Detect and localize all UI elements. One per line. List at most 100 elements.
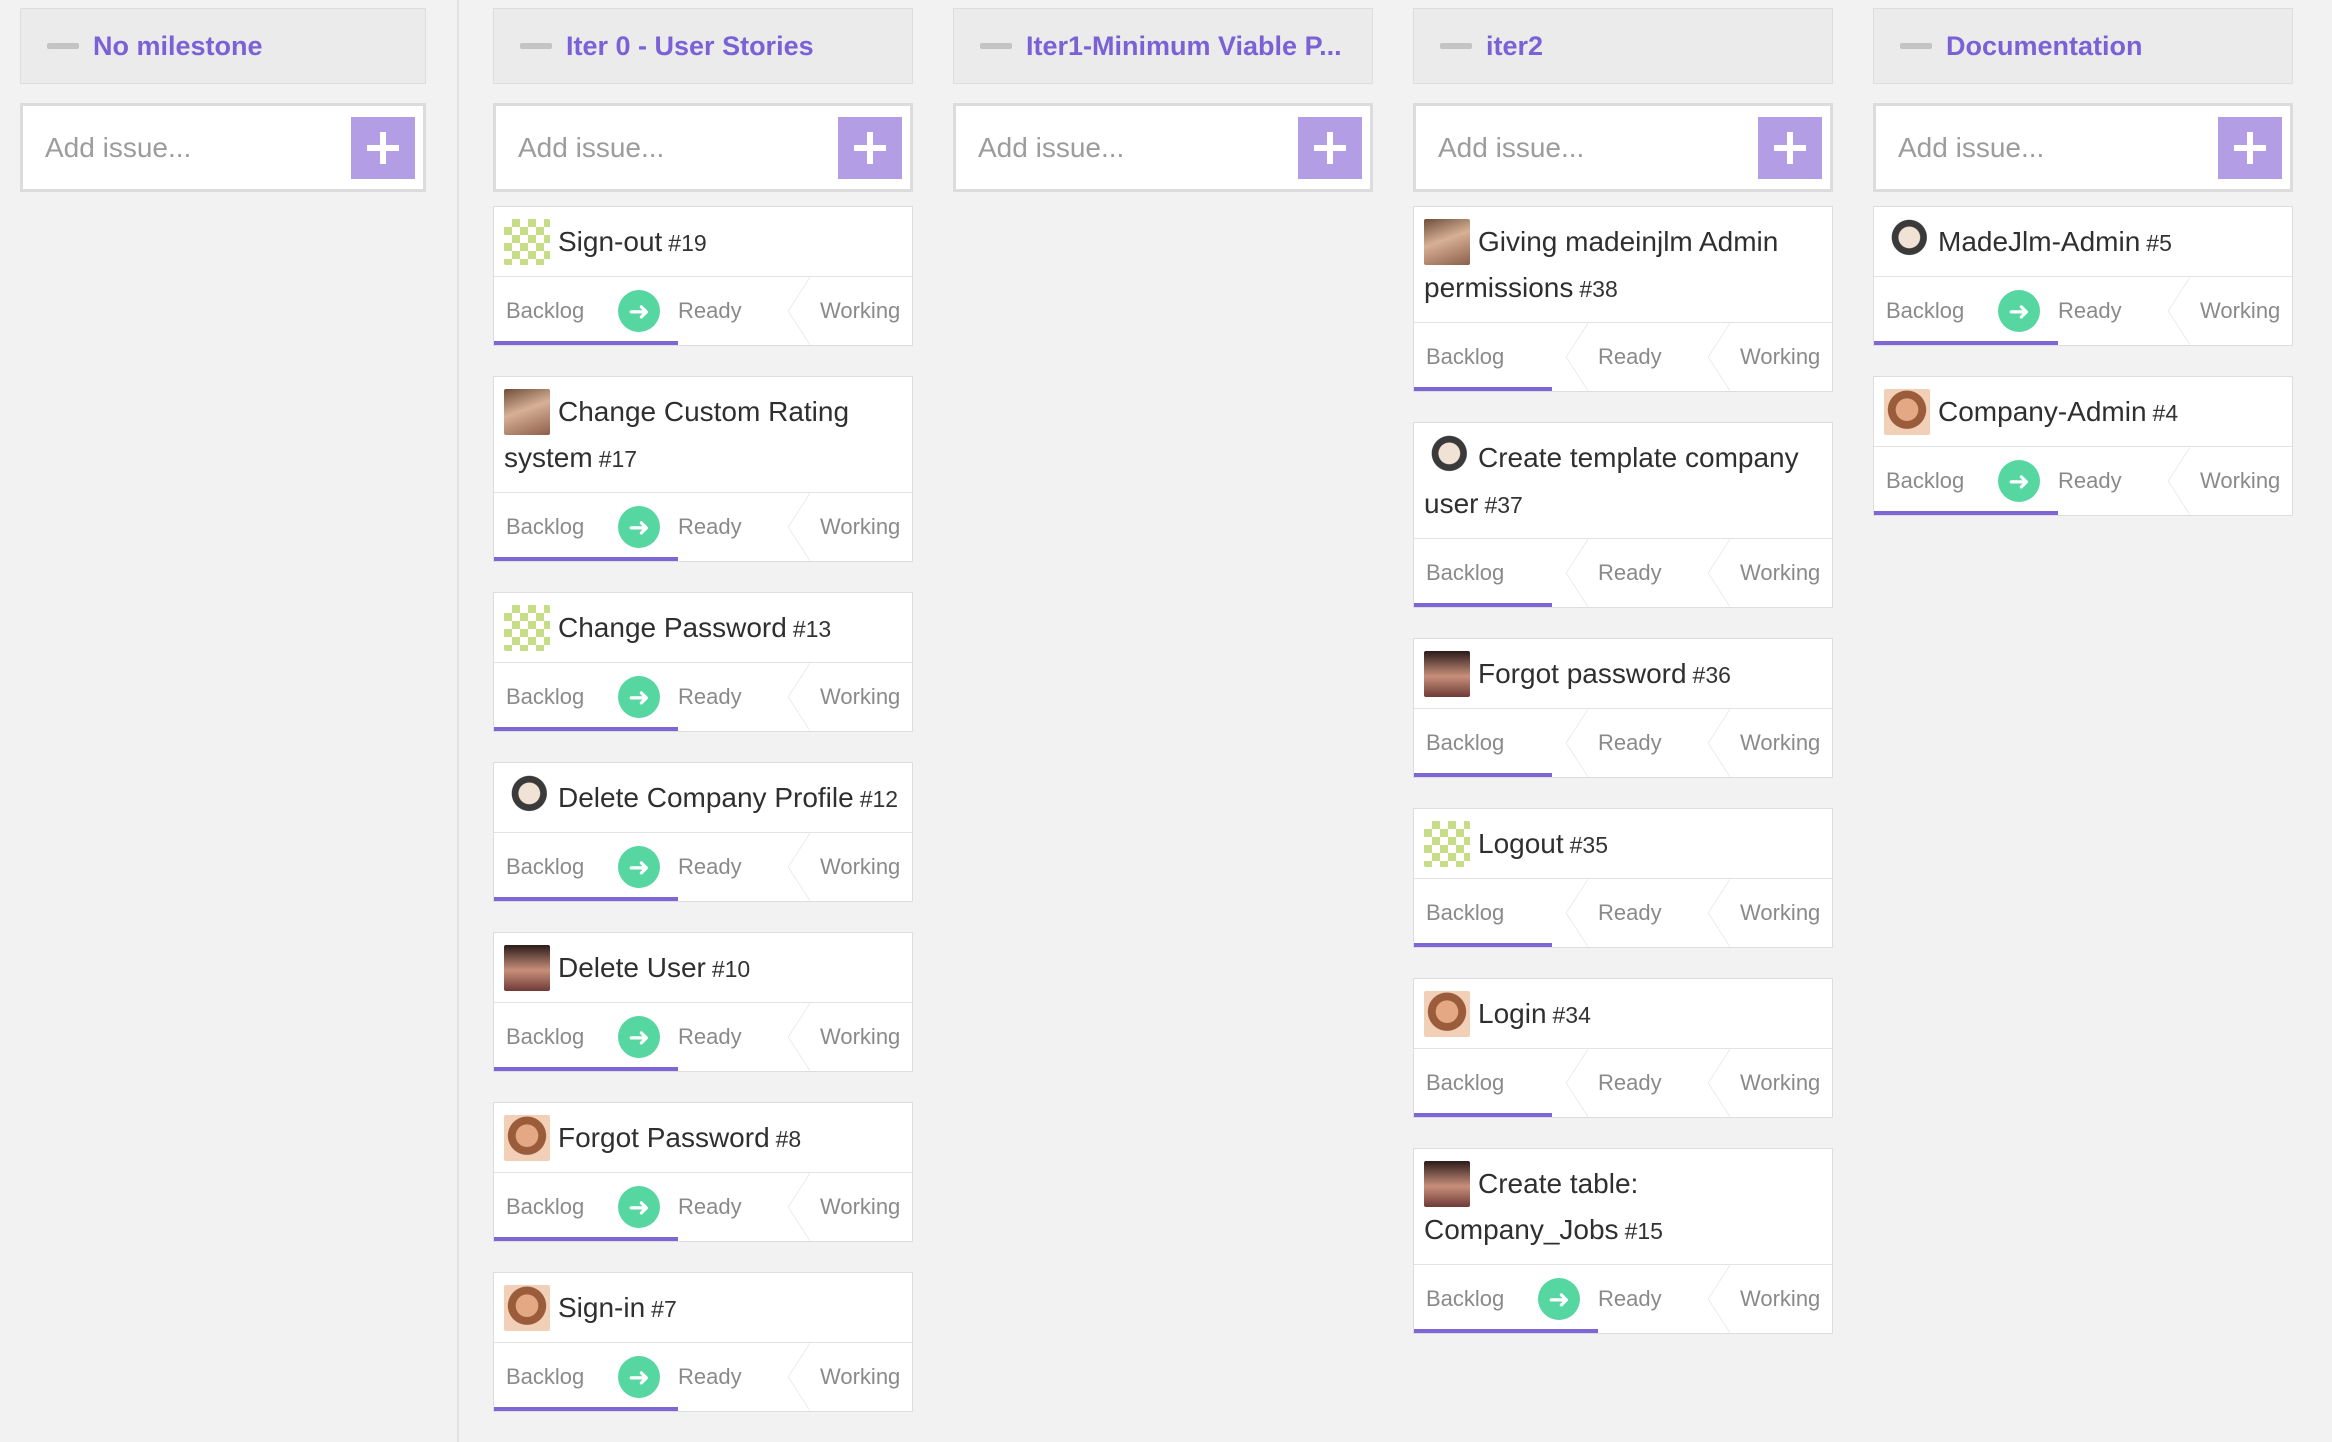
issue-card[interactable]: Giving madeinjlm Admin permissions #38 Bac… xyxy=(1413,206,1833,392)
lane-ready[interactable]: Ready xyxy=(1598,1070,1708,1096)
lane-backlog[interactable]: Backlog xyxy=(1426,730,1566,756)
lane-backlog[interactable]: Backlog xyxy=(506,854,618,880)
arrow-right-circle-icon[interactable]: ➜ xyxy=(618,1356,660,1398)
lane-ready[interactable]: Ready xyxy=(1598,560,1708,586)
lane-backlog[interactable]: Backlog xyxy=(506,1364,618,1390)
collapse-icon[interactable] xyxy=(980,43,1012,49)
arrow-right-circle-icon[interactable]: ➜ xyxy=(618,1186,660,1228)
issue-card[interactable]: Change Password #13 Backlog ➜ Ready Working xyxy=(493,592,913,732)
issue-title-row[interactable]: Create table: Company_Jobs #15 xyxy=(1414,1149,1832,1264)
lane-ready[interactable]: Ready xyxy=(1598,1286,1708,1312)
add-issue-input[interactable] xyxy=(978,131,1268,164)
add-issue-button[interactable] xyxy=(351,116,415,179)
lane-ready[interactable]: Ready xyxy=(2058,298,2168,324)
arrow-right-circle-icon[interactable]: ➜ xyxy=(618,1016,660,1058)
issue-card[interactable]: Company-Admin #4 Backlog ➜ Ready Working xyxy=(1873,376,2293,516)
issue-title-row[interactable]: Create template company user #37 xyxy=(1414,423,1832,538)
column-header[interactable]: Iter1-Minimum Viable P... xyxy=(953,8,1373,84)
arrow-right-circle-icon[interactable]: ➜ xyxy=(618,676,660,718)
lane-backlog[interactable]: Backlog xyxy=(506,298,618,324)
add-issue-button[interactable] xyxy=(838,116,902,179)
lane-backlog[interactable]: Backlog xyxy=(506,684,618,710)
issue-title-row[interactable]: Forgot password #36 xyxy=(1414,639,1832,708)
arrow-right-circle-icon[interactable]: ➜ xyxy=(618,846,660,888)
issue-card[interactable]: MadeJlm-Admin #5 Backlog ➜ Ready Working xyxy=(1873,206,2293,346)
collapse-icon[interactable] xyxy=(1900,43,1932,49)
lane-backlog[interactable]: Backlog xyxy=(1426,344,1566,370)
add-issue-button[interactable] xyxy=(2218,116,2282,179)
lane-ready[interactable]: Ready xyxy=(1598,730,1708,756)
issue-title-row[interactable]: Delete User #10 xyxy=(494,933,912,1002)
column-header[interactable]: iter2 xyxy=(1413,8,1833,84)
issue-title-row[interactable]: Giving madeinjlm Admin permissions #38 xyxy=(1414,207,1832,322)
lane-backlog[interactable]: Backlog xyxy=(506,514,618,540)
arrow-right-circle-icon[interactable]: ➜ xyxy=(1998,460,2040,502)
arrow-right-circle-icon[interactable]: ➜ xyxy=(618,506,660,548)
lane-backlog[interactable]: Backlog xyxy=(1426,560,1566,586)
add-issue-input[interactable] xyxy=(1438,131,1728,164)
lane-backlog[interactable]: Backlog xyxy=(506,1194,618,1220)
lane-ready[interactable]: Ready xyxy=(1598,344,1708,370)
issue-card[interactable]: Logout #35 Backlog Ready Working xyxy=(1413,808,1833,948)
arrow-right-circle-icon[interactable]: ➜ xyxy=(1538,1278,1580,1320)
lane-ready[interactable]: Ready xyxy=(678,298,788,324)
lane-working[interactable]: Working xyxy=(820,1194,900,1220)
column-header[interactable]: Documentation xyxy=(1873,8,2293,84)
issue-title-row[interactable]: Login #34 xyxy=(1414,979,1832,1048)
issue-card[interactable]: Forgot Password #8 Backlog ➜ Ready Working xyxy=(493,1102,913,1242)
arrow-right-circle-icon[interactable]: ➜ xyxy=(1998,290,2040,332)
issue-card[interactable]: Sign-in #7 Backlog ➜ Ready Working xyxy=(493,1272,913,1412)
lane-backlog[interactable]: Backlog xyxy=(1426,1070,1566,1096)
issue-card[interactable]: Sign-out #19 Backlog ➜ Ready Working xyxy=(493,206,913,346)
column-header[interactable]: No milestone xyxy=(20,8,426,84)
issue-card[interactable]: Login #34 Backlog Ready Working xyxy=(1413,978,1833,1118)
lane-ready[interactable]: Ready xyxy=(678,1024,788,1050)
lane-working[interactable]: Working xyxy=(1740,344,1820,370)
lane-backlog[interactable]: Backlog xyxy=(1886,298,1998,324)
collapse-icon[interactable] xyxy=(47,43,79,49)
lane-working[interactable]: Working xyxy=(1740,1070,1820,1096)
lane-ready[interactable]: Ready xyxy=(1598,900,1708,926)
lane-ready[interactable]: Ready xyxy=(2058,468,2168,494)
lane-working[interactable]: Working xyxy=(2200,468,2280,494)
lane-ready[interactable]: Ready xyxy=(678,684,788,710)
lane-working[interactable]: Working xyxy=(820,514,900,540)
issue-title-row[interactable]: Change Password #13 xyxy=(494,593,912,662)
issue-title-row[interactable]: Sign-in #7 xyxy=(494,1273,912,1342)
add-issue-button[interactable] xyxy=(1758,116,1822,179)
collapse-icon[interactable] xyxy=(1440,43,1472,49)
lane-working[interactable]: Working xyxy=(2200,298,2280,324)
lane-working[interactable]: Working xyxy=(1740,1286,1820,1312)
lane-backlog[interactable]: Backlog xyxy=(1426,1286,1538,1312)
add-issue-button[interactable] xyxy=(1298,116,1362,179)
column-header[interactable]: Iter 0 - User Stories xyxy=(493,8,913,84)
lane-working[interactable]: Working xyxy=(1740,730,1820,756)
issue-card[interactable]: Delete User #10 Backlog ➜ Ready Working xyxy=(493,932,913,1072)
issue-title-row[interactable]: Company-Admin #4 xyxy=(1874,377,2292,446)
lane-ready[interactable]: Ready xyxy=(678,854,788,880)
issue-card[interactable]: Forgot password #36 Backlog Ready Working xyxy=(1413,638,1833,778)
add-issue-input[interactable] xyxy=(1898,131,2188,164)
arrow-right-circle-icon[interactable]: ➜ xyxy=(618,290,660,332)
lane-working[interactable]: Working xyxy=(820,1364,900,1390)
issue-title-row[interactable]: Forgot Password #8 xyxy=(494,1103,912,1172)
lane-working[interactable]: Working xyxy=(1740,560,1820,586)
lane-ready[interactable]: Ready xyxy=(678,1364,788,1390)
issue-card[interactable]: Delete Company Profile #12 Backlog ➜ Ready Wo… xyxy=(493,762,913,902)
add-issue-input[interactable] xyxy=(45,131,335,164)
issue-card[interactable]: Create table: Company_Jobs #15 Backlog ➜ Rea… xyxy=(1413,1148,1833,1334)
issue-title-row[interactable]: Change Custom Rating system #17 xyxy=(494,377,912,492)
issue-title-row[interactable]: MadeJlm-Admin #5 xyxy=(1874,207,2292,276)
lane-working[interactable]: Working xyxy=(1740,900,1820,926)
lane-ready[interactable]: Ready xyxy=(678,514,788,540)
lane-ready[interactable]: Ready xyxy=(678,1194,788,1220)
issue-card[interactable]: Create template company user #37 Backlog Re… xyxy=(1413,422,1833,608)
lane-working[interactable]: Working xyxy=(820,684,900,710)
add-issue-input[interactable] xyxy=(518,131,808,164)
lane-working[interactable]: Working xyxy=(820,1024,900,1050)
issue-title-row[interactable]: Delete Company Profile #12 xyxy=(494,763,912,832)
lane-backlog[interactable]: Backlog xyxy=(1426,900,1566,926)
issue-title-row[interactable]: Logout #35 xyxy=(1414,809,1832,878)
lane-backlog[interactable]: Backlog xyxy=(506,1024,618,1050)
lane-working[interactable]: Working xyxy=(820,298,900,324)
